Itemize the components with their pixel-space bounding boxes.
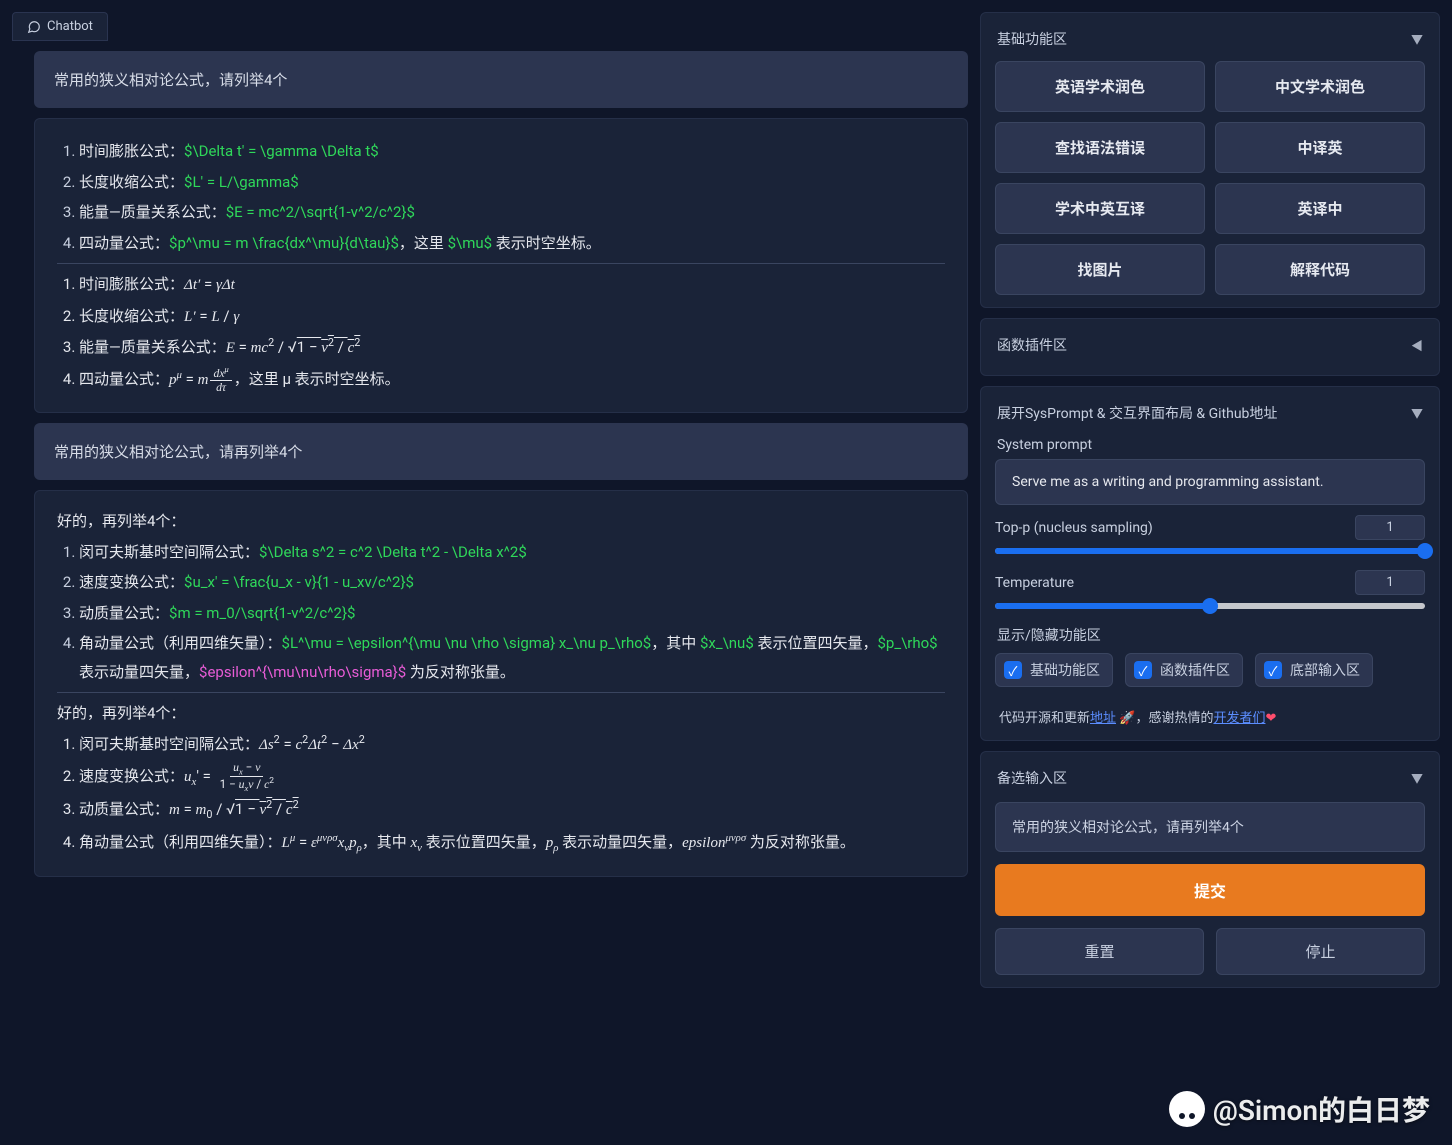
control-column: 基础功能区 ▼ 英语学术润色 中文学术润色 查找语法错误 中译英 学术中英互译 … <box>980 12 1440 1133</box>
panel-plugins-title: 函数插件区 <box>997 335 1067 355</box>
temperature-slider-row: Temperature 1 <box>995 570 1425 609</box>
tab-bar: Chatbot <box>12 12 968 41</box>
tab-chatbot[interactable]: Chatbot <box>12 12 108 41</box>
submit-button[interactable]: 提交 <box>995 864 1425 916</box>
reset-button[interactable]: 重置 <box>995 928 1204 975</box>
bot1-raw-label-3: 能量—质量关系公式： <box>79 203 226 221</box>
panel-alt-input-title: 备选输入区 <box>997 768 1067 788</box>
chat-column: Chatbot 常用的狭义相对论公式，请列举4个 时间膨胀公式：$\Delta … <box>12 12 968 1133</box>
chat-icon <box>27 20 41 34</box>
check-plugins[interactable]: ✓函数插件区 <box>1125 653 1243 687</box>
check-basic[interactable]: ✓基础功能区 <box>995 653 1113 687</box>
bot1-rendered-list: 时间膨胀公式：Δt′ = γΔt 长度收缩公式：L′ = L / γ 能量—质量… <box>57 270 945 394</box>
tab-label: Chatbot <box>47 19 93 34</box>
topp-value[interactable]: 1 <box>1355 515 1425 540</box>
bot2-intro: 好的，再列举4个： <box>57 507 945 536</box>
checkmark-icon: ✓ <box>1134 661 1152 679</box>
bot2-raw-list: 闵可夫斯基时空间隔公式：$\Delta s^2 = c^2 \Delta t^2… <box>57 538 945 687</box>
checkmark-icon: ✓ <box>1264 661 1282 679</box>
topp-slider[interactable] <box>995 548 1425 554</box>
user-message-2: 常用的狭义相对论公式，请再列举4个 <box>34 423 968 480</box>
visibility-checkbox-group: ✓基础功能区 ✓函数插件区 ✓底部输入区 <box>995 653 1425 687</box>
panel-sysprompt-title: 展开SysPrompt & 交互界面布局 & Github地址 <box>997 403 1277 423</box>
bot1-raw-latex-2: $L' = L/\gamma$ <box>184 173 299 191</box>
topp-label: Top-p (nucleus sampling) <box>995 520 1153 536</box>
toggle-section-label: 显示/隐藏功能区 <box>997 625 1423 645</box>
bot1-raw-latex-4: $p^\mu = m \frac{dx^\mu}{d\tau}$ <box>169 234 399 252</box>
divider <box>57 263 945 264</box>
fn-btn-english-polish[interactable]: 英语学术润色 <box>995 61 1205 112</box>
fn-btn-en-to-zh[interactable]: 英译中 <box>1215 183 1425 234</box>
temperature-slider[interactable] <box>995 603 1425 609</box>
divider <box>57 692 945 693</box>
bot2-rendered-list: 闵可夫斯基时空间隔公式：Δs2 = c2Δt2 − Δx2 速度变换公式：ux′… <box>57 730 945 859</box>
fn-btn-grammar-check[interactable]: 查找语法错误 <box>995 122 1205 173</box>
temperature-value[interactable]: 1 <box>1355 570 1425 595</box>
bot1-raw-latex-3: $E = mc^2/\sqrt{1-v^2/c^2}$ <box>226 203 415 221</box>
fn-btn-academic-trans[interactable]: 学术中英互译 <box>995 183 1205 234</box>
temperature-slider-fill <box>995 603 1210 609</box>
panel-basic-title: 基础功能区 <box>997 29 1067 49</box>
sysprompt-input[interactable]: Serve me as a writing and programming as… <box>995 459 1425 505</box>
checkmark-icon: ✓ <box>1004 661 1022 679</box>
panel-sysprompt-header[interactable]: 展开SysPrompt & 交互界面布局 & Github地址 ▼ <box>995 399 1425 431</box>
chevron-down-icon: ▼ <box>1411 405 1423 422</box>
panel-basic-functions: 基础功能区 ▼ 英语学术润色 中文学术润色 查找语法错误 中译英 学术中英互译 … <box>980 12 1440 308</box>
chevron-down-icon: ▼ <box>1411 31 1423 48</box>
sysprompt-label: System prompt <box>997 437 1423 453</box>
fn-btn-find-image[interactable]: 找图片 <box>995 244 1205 295</box>
temperature-label: Temperature <box>995 575 1074 591</box>
fn-btn-chinese-polish[interactable]: 中文学术润色 <box>1215 61 1425 112</box>
footer-note: 代码开源和更新地址 🚀，感谢热情的开发者们❤ <box>995 705 1425 728</box>
topp-slider-row: Top-p (nucleus sampling) 1 <box>995 515 1425 554</box>
alt-input-textbox[interactable]: 常用的狭义相对论公式，请再列举4个 <box>995 802 1425 852</box>
check-bottom[interactable]: ✓底部输入区 <box>1255 653 1373 687</box>
bot1-raw-label-4: 四动量公式： <box>79 234 169 252</box>
topp-slider-fill <box>995 548 1425 554</box>
bot1-raw-label-2: 长度收缩公式： <box>79 173 184 191</box>
panel-alt-input: 备选输入区 ▼ 常用的狭义相对论公式，请再列举4个 提交 重置 停止 <box>980 751 1440 988</box>
basic-button-grid: 英语学术润色 中文学术润色 查找语法错误 中译英 学术中英互译 英译中 找图片 … <box>995 61 1425 295</box>
panel-alt-input-header[interactable]: 备选输入区 ▼ <box>995 764 1425 796</box>
bot-message-2: 好的，再列举4个： 闵可夫斯基时空间隔公式：$\Delta s^2 = c^2 … <box>34 490 968 877</box>
panel-sysprompt: 展开SysPrompt & 交互界面布局 & Github地址 ▼ System… <box>980 386 1440 741</box>
panel-plugins: 函数插件区 ◀ <box>980 318 1440 376</box>
temperature-slider-thumb[interactable] <box>1202 598 1218 614</box>
bot1-raw-label-1: 时间膨胀公式： <box>79 142 184 160</box>
bot-message-1: 时间膨胀公式：$\Delta t' = \gamma \Delta t$ 长度收… <box>34 118 968 413</box>
panel-plugins-header[interactable]: 函数插件区 ◀ <box>995 331 1425 363</box>
bot1-raw-latex-1: $\Delta t' = \gamma \Delta t$ <box>184 142 379 160</box>
panel-basic-header[interactable]: 基础功能区 ▼ <box>995 25 1425 57</box>
heart-icon: ❤ <box>1265 711 1276 726</box>
fn-btn-zh-to-en[interactable]: 中译英 <box>1215 122 1425 173</box>
fn-btn-explain-code[interactable]: 解释代码 <box>1215 244 1425 295</box>
bot2-intro-rendered: 好的，再列举4个： <box>57 699 945 728</box>
stop-button[interactable]: 停止 <box>1216 928 1425 975</box>
repo-link[interactable]: 地址 <box>1090 711 1116 726</box>
contributors-link[interactable]: 开发者们 <box>1213 711 1265 726</box>
topp-slider-thumb[interactable] <box>1417 543 1433 559</box>
bot1-raw-list: 时间膨胀公式：$\Delta t' = \gamma \Delta t$ 长度收… <box>57 137 945 257</box>
user-message-1: 常用的狭义相对论公式，请列举4个 <box>34 51 968 108</box>
chevron-down-icon: ▼ <box>1411 770 1423 787</box>
chevron-left-icon: ◀ <box>1411 337 1423 354</box>
